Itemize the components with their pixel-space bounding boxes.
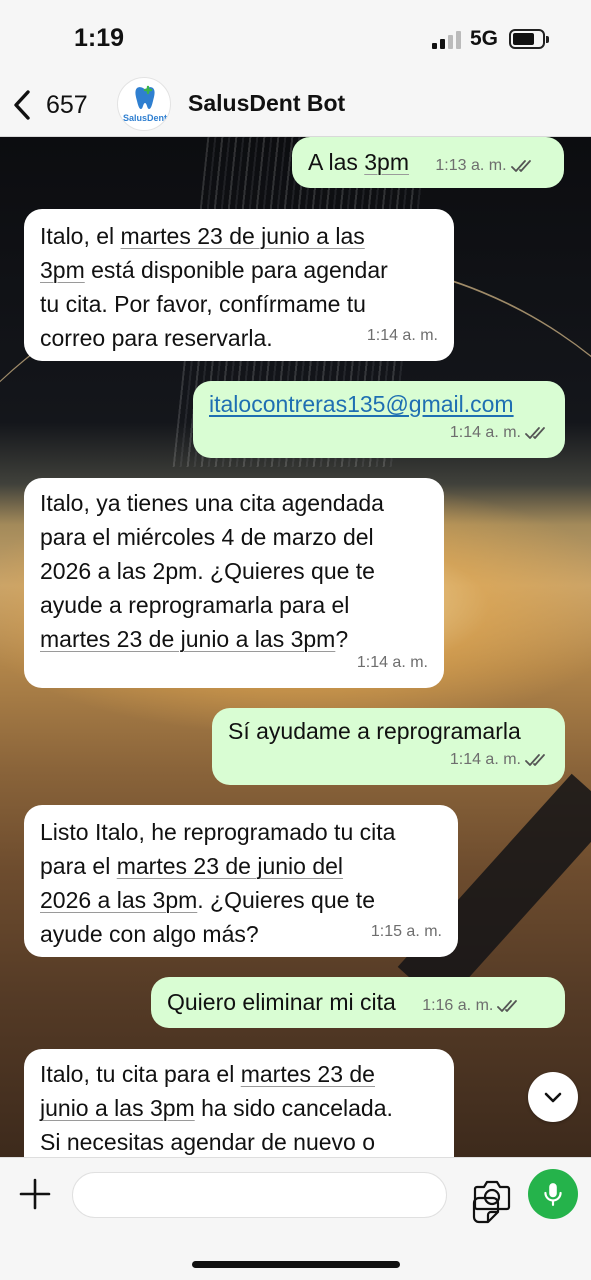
message-meta: 1:14 a. m. bbox=[450, 416, 549, 450]
microphone-icon bbox=[544, 1183, 562, 1206]
message-time: 1:14 a. m. bbox=[449, 424, 521, 441]
cellular-signal-icon bbox=[432, 31, 464, 49]
message-bubble-incoming[interactable]: Italo, el martes 23 de junio a las 3pm e… bbox=[24, 209, 454, 361]
chat-area[interactable]: A las 3pm 1:13 a. m. Italo, el martes 23… bbox=[0, 137, 591, 1157]
chevron-left-icon bbox=[14, 90, 30, 120]
message-bubble-incoming[interactable]: Listo Italo, he reprogramado tu cita par… bbox=[24, 805, 458, 957]
chat-header: 1:19 5G 657 SalusDent SalusDent Bot bbox=[0, 0, 591, 137]
message-meta: 1:14 a. m. bbox=[450, 743, 549, 777]
home-indicator bbox=[192, 1261, 400, 1268]
message-text: Italo, ya tienes una cita agendada para … bbox=[40, 490, 384, 652]
double-check-icon bbox=[525, 427, 545, 439]
svg-text:SalusDent: SalusDent bbox=[123, 113, 167, 123]
message-meta: 1:16 a. m. bbox=[422, 989, 521, 1023]
message-input-bar bbox=[0, 1157, 591, 1280]
message-text: A las 3pm 1:13 a. m. bbox=[308, 145, 548, 183]
message-bubble-outgoing[interactable]: A las 3pm 1:13 a. m. bbox=[292, 137, 564, 188]
plus-icon[interactable] bbox=[16, 1175, 54, 1213]
voice-message-button[interactable] bbox=[528, 1169, 578, 1219]
message-bubble-outgoing[interactable]: Sí ayudame a reprogramarla 1:14 a. m. bbox=[212, 708, 565, 785]
message-bubble-incoming[interactable]: Italo, ya tienes una cita agendada para … bbox=[24, 478, 444, 688]
message-time: 1:16 a. m. bbox=[422, 997, 494, 1014]
unread-count: 657 bbox=[46, 90, 88, 119]
message-input[interactable] bbox=[72, 1172, 500, 1224]
status-bar: 1:19 5G bbox=[0, 0, 591, 78]
double-check-icon bbox=[510, 160, 531, 172]
double-check-icon bbox=[497, 1000, 518, 1012]
network-type: 5G bbox=[470, 27, 499, 50]
message-meta: 1:14 a. m. bbox=[357, 646, 428, 680]
avatar[interactable]: SalusDent bbox=[117, 77, 171, 131]
chevron-down-icon bbox=[544, 1092, 562, 1103]
status-time: 1:19 bbox=[74, 24, 125, 52]
message-text: Quiero eliminar mi cita 1:16 a. m. bbox=[167, 985, 549, 1023]
camera-icon[interactable] bbox=[473, 1178, 511, 1212]
message-meta: 1:15 a. m. bbox=[371, 915, 442, 949]
back-button[interactable]: 657 bbox=[10, 86, 100, 124]
message-time: 1:14 a. m. bbox=[366, 327, 438, 344]
battery-icon bbox=[509, 29, 549, 49]
message-bubble-outgoing[interactable]: Quiero eliminar mi cita 1:16 a. m. bbox=[151, 977, 565, 1028]
message-bubble-outgoing[interactable]: italocontreras135@gmail.com 1:14 a. m. bbox=[193, 381, 565, 458]
scroll-to-bottom-button[interactable] bbox=[528, 1072, 578, 1122]
message-text: Italo, tu cita para el martes 23 de juni… bbox=[40, 1061, 393, 1155]
message-time: 1:15 a. m. bbox=[370, 923, 442, 940]
message-meta: 1:13 a. m. bbox=[435, 149, 534, 183]
double-check-icon bbox=[525, 754, 545, 766]
message-meta: 1:14 a. m. bbox=[367, 319, 438, 353]
message-bubble-incoming[interactable]: Italo, tu cita para el martes 23 de juni… bbox=[24, 1049, 454, 1157]
message-time: 1:14 a. m. bbox=[356, 654, 428, 671]
salusdent-logo: SalusDent bbox=[123, 85, 167, 123]
message-time: 1:13 a. m. bbox=[435, 157, 507, 174]
contact-name[interactable]: SalusDent Bot bbox=[188, 90, 345, 117]
message-time: 1:14 a. m. bbox=[449, 751, 521, 768]
